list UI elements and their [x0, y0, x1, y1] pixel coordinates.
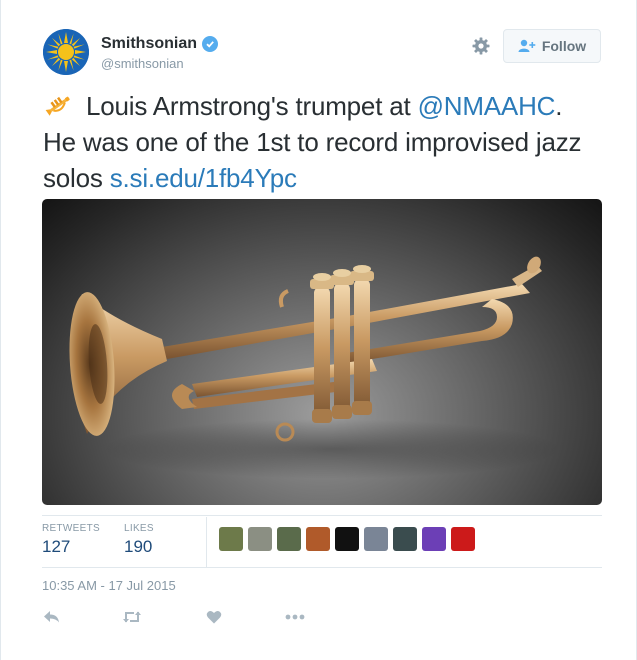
retweets-label: RETWEETS [42, 523, 100, 534]
retweets-count[interactable]: 127 [42, 537, 70, 557]
tweet-text-part1: Louis Armstrong's trumpet at [79, 91, 418, 121]
liker-avatar[interactable] [422, 527, 446, 551]
liker-avatar[interactable] [393, 527, 417, 551]
gear-icon[interactable] [471, 36, 491, 56]
more-icon[interactable] [284, 606, 306, 628]
liker-avatars [219, 527, 475, 551]
likes-count[interactable]: 190 [124, 537, 152, 557]
reply-icon[interactable] [42, 606, 62, 628]
avatar[interactable] [43, 29, 89, 75]
user-name-label: Smithsonian [101, 35, 198, 52]
timestamp[interactable]: 10:35 AM - 17 Jul 2015 [42, 578, 176, 593]
tweet-card: Smithsonian @smithsonian Follow Louis Ar… [0, 0, 637, 660]
liker-avatar[interactable] [306, 527, 330, 551]
liker-avatar[interactable] [248, 527, 272, 551]
divider [42, 567, 602, 568]
user-handle[interactable]: @smithsonian [101, 56, 184, 71]
stats-separator [206, 517, 207, 567]
divider [42, 515, 602, 516]
tweet-text-part2: . [555, 91, 563, 121]
liker-avatar[interactable] [335, 527, 359, 551]
user-name[interactable]: Smithsonian [101, 35, 219, 53]
add-user-icon [518, 39, 536, 52]
mention-link[interactable]: @NMAAHC [418, 91, 556, 121]
trumpet-emoji [43, 91, 73, 117]
retweet-icon[interactable] [122, 606, 142, 628]
liker-avatar[interactable] [219, 527, 243, 551]
tweet-url-link[interactable]: s.si.edu/1fb4Ypc [110, 163, 297, 193]
tweet-text: Louis Armstrong's trumpet at @NMAAHC. He… [43, 88, 603, 196]
verified-icon [202, 36, 219, 52]
follow-label: Follow [541, 38, 587, 54]
trumpet-photo [69, 256, 562, 479]
tweet-text-line2: He was one of the 1st to record improvis… [43, 127, 582, 157]
likes-label: LIKES [124, 523, 154, 534]
liker-avatar[interactable] [364, 527, 388, 551]
like-icon[interactable] [204, 606, 224, 628]
liker-avatar[interactable] [277, 527, 301, 551]
tweet-image[interactable] [42, 199, 602, 505]
follow-button[interactable]: Follow [503, 29, 601, 63]
smithsonian-sun-logo [43, 29, 89, 75]
tweet-actions [42, 606, 306, 628]
tweet-text-line3: solos [43, 163, 110, 193]
liker-avatar[interactable] [451, 527, 475, 551]
